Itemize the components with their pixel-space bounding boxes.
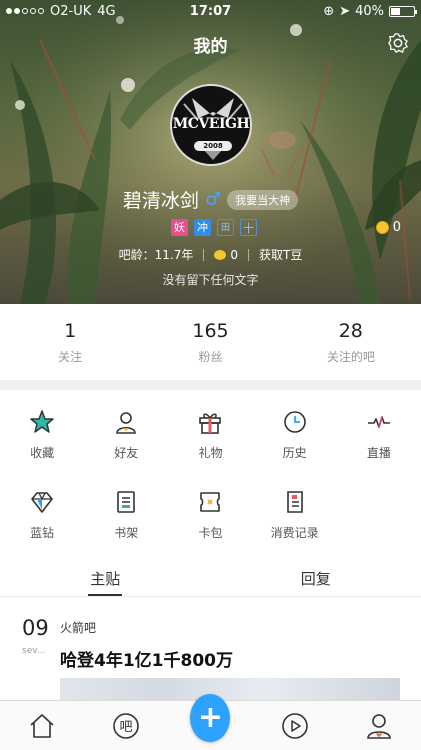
grid-item-gifts[interactable]: 礼物 — [168, 390, 252, 470]
username-row: 碧清冰剑 ♂ 我要当大神 — [0, 186, 421, 213]
pulse-icon — [367, 416, 390, 428]
avatar-year: 2008 — [194, 141, 232, 151]
coin-count: 0 — [392, 220, 401, 235]
divider — [248, 248, 250, 261]
status-time: 17:07 — [189, 3, 232, 19]
tab-replies[interactable]: 回复 — [211, 560, 421, 596]
grid-label: 好友 — [114, 446, 139, 460]
post-forum-name[interactable]: 火箭吧 — [60, 619, 96, 636]
post-title[interactable]: 哈登4年1亿1千800万 — [60, 646, 233, 671]
status-bar: O2-UK 4G 17:07 ⊕ ➤ 40% — [0, 0, 421, 22]
home-icon — [30, 713, 54, 738]
battery-icon — [389, 5, 417, 17]
posts-tabs: 主贴 回复 — [0, 560, 421, 596]
stat-followed-bars[interactable]: 28 关注的吧 — [281, 304, 421, 380]
nav-me[interactable] — [359, 706, 399, 746]
stats-row: 1 关注 165 粉丝 28 关注的吧 — [0, 304, 421, 380]
grid-item-history[interactable]: 历史 — [253, 390, 337, 470]
bookshelf-icon — [117, 491, 136, 513]
diamond-icon — [31, 492, 53, 513]
clock-icon — [283, 411, 306, 433]
grid-label: 收藏 — [30, 446, 55, 460]
bottom-navigation: 吧 + — [0, 693, 421, 750]
stat-value: 165 — [192, 320, 229, 342]
grid-item-bookshelf[interactable]: 书架 — [84, 470, 168, 550]
orientation-lock-icon: ⊕ — [323, 3, 335, 19]
feature-grid: 收藏 好友 礼物 历史 直播 蓝钻 书架 卡包 消费记录 — [0, 390, 421, 550]
medal-badge: 冲 — [194, 219, 211, 236]
nav-post[interactable]: + — [190, 693, 231, 746]
medal-badge: 妖 — [171, 219, 188, 236]
grid-label: 蓝钻 — [30, 526, 55, 540]
post-item[interactable]: 09 sev... 火箭吧 哈登4年1亿1千800万 — [0, 606, 421, 702]
grid-label: 历史 — [282, 446, 307, 460]
network-type: 4G — [97, 3, 116, 19]
get-t-bean-link[interactable]: 获取T豆 — [259, 246, 302, 263]
avatar-text: MCVEIGH — [172, 116, 250, 132]
profile-icon — [367, 713, 391, 739]
gift-icon — [199, 413, 222, 434]
bar-icon: 吧 — [113, 712, 140, 739]
page-title: 我的 — [193, 37, 228, 57]
tab-main-posts[interactable]: 主贴 — [0, 560, 211, 596]
profile-header: O2-UK 4G 17:07 ⊕ ➤ 40% 我的 MCVEIGH 2008 碧… — [0, 0, 421, 304]
grid-item-card-pack[interactable]: 卡包 — [168, 470, 252, 550]
stat-fans[interactable]: 165 粉丝 — [140, 304, 280, 380]
stat-label: 关注的吧 — [326, 350, 375, 364]
t-bean-counter[interactable]: 0 — [214, 248, 238, 262]
coin-icon — [375, 221, 389, 234]
bar-age: 吧龄：11.7年 — [118, 248, 194, 262]
grid-item-blue-diamond[interactable]: 蓝钻 — [0, 470, 84, 550]
divider — [203, 248, 205, 261]
grid-item-spending-records[interactable]: 消费记录 — [253, 470, 337, 550]
nav-bar[interactable]: 吧 — [106, 706, 146, 746]
nav-video[interactable] — [275, 706, 315, 746]
male-gender-icon: ♂ — [204, 189, 222, 210]
medal-badge: 田 — [217, 219, 234, 236]
t-bean-icon — [214, 250, 227, 260]
grid-item-live[interactable]: 直播 — [337, 390, 421, 470]
carrier-name: O2-UK — [50, 3, 92, 19]
grid-item-favorites[interactable]: 收藏 — [0, 390, 84, 470]
play-icon — [281, 712, 308, 739]
stat-label: 关注 — [58, 350, 83, 364]
stat-value: 1 — [64, 320, 77, 342]
battery-percentage: 40% — [355, 3, 384, 19]
stat-label: 粉丝 — [198, 350, 223, 364]
plus-icon[interactable]: + — [190, 693, 231, 742]
god-badge-button[interactable]: 我要当大神 — [227, 189, 299, 210]
signal-strength-icon — [6, 8, 44, 14]
t-bean-count: 0 — [230, 247, 239, 262]
nav-home[interactable] — [22, 706, 62, 746]
grid-label: 直播 — [366, 446, 391, 460]
bio-text[interactable]: 没有留下任何文字 — [0, 271, 421, 288]
username: 碧清冰剑 — [122, 190, 199, 212]
card-icon — [200, 492, 221, 512]
grid-label: 消费记录 — [270, 526, 319, 540]
profile-meta-line: 吧龄：11.7年 0 获取T豆 — [0, 246, 421, 263]
settings-gear-icon[interactable] — [387, 32, 409, 54]
post-day: 09 — [22, 616, 49, 640]
location-icon: ➤ — [339, 3, 351, 19]
grid-label: 礼物 — [198, 446, 223, 460]
coin-counter[interactable]: 0 — [375, 220, 401, 235]
medal-badge: 十 — [240, 219, 257, 236]
grid-label: 卡包 — [198, 526, 223, 540]
friend-icon — [116, 412, 137, 434]
avatar[interactable]: MCVEIGH 2008 — [170, 84, 252, 166]
grid-item-friends[interactable]: 好友 — [84, 390, 168, 470]
bar-icon-label: 吧 — [120, 720, 133, 735]
post-image-preview[interactable] — [60, 678, 400, 702]
section-divider — [0, 380, 421, 390]
star-icon — [30, 410, 54, 433]
grid-label: 书架 — [114, 526, 139, 540]
medal-list[interactable]: 妖 冲 田 十 — [171, 219, 257, 236]
post-month: sev... — [22, 646, 46, 656]
receipt-icon — [286, 491, 303, 513]
stat-value: 28 — [338, 320, 363, 342]
tabs-divider — [0, 596, 421, 597]
stat-following[interactable]: 1 关注 — [0, 304, 140, 380]
